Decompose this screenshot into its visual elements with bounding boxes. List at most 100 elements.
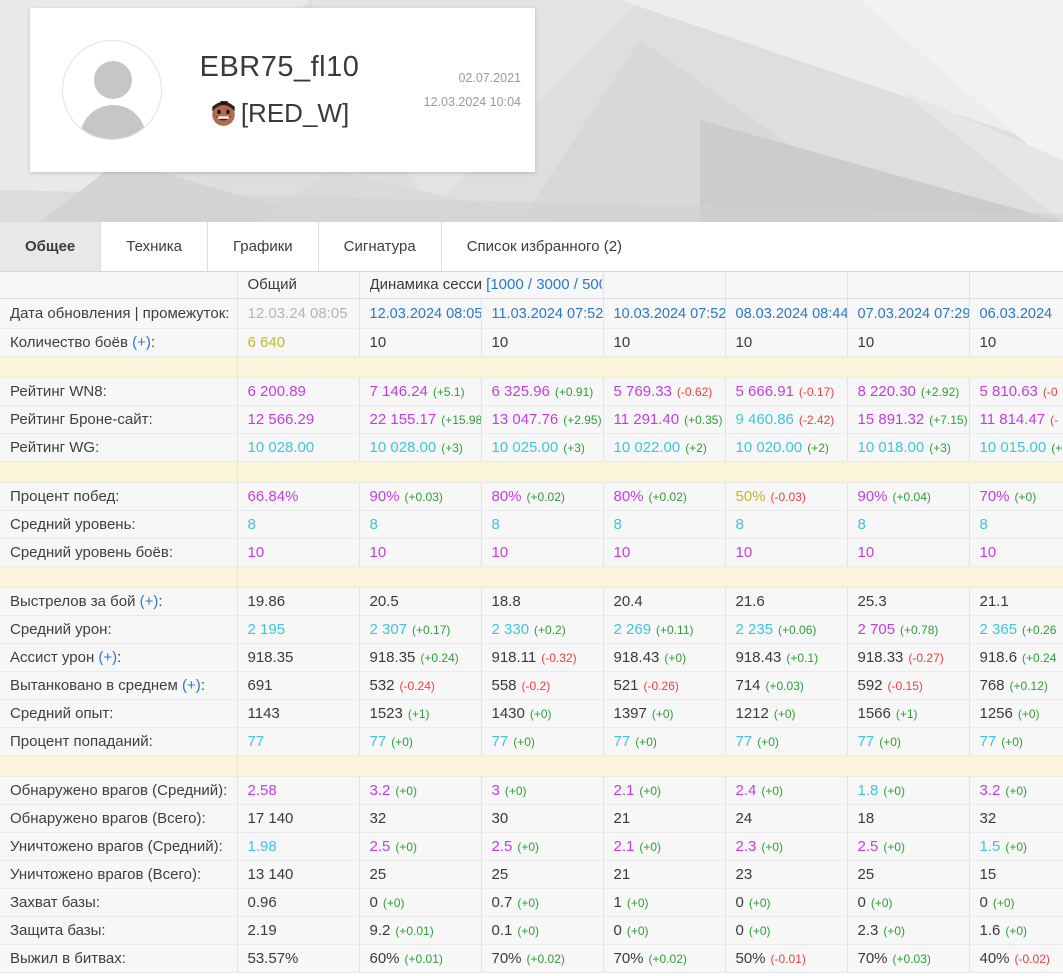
stat-cell: 0 (+0) (725, 916, 848, 945)
stat-delta: (+7.15) (929, 412, 968, 427)
tab-charts[interactable]: Графики (208, 222, 319, 271)
stat-cell: 1212 (+0) (725, 699, 848, 728)
stat-cell: 2.1 (+0) (603, 832, 726, 861)
stat-value: 3.2 (979, 781, 1001, 799)
stat-row: Ассист урон (+): 918.35 918.35 (+0.24) 918.1… (0, 643, 1063, 672)
stat-cell: 53.57% (237, 944, 360, 973)
stat-cell: 1.6 (+0) (969, 916, 1063, 945)
stat-delta: (+0) (391, 734, 413, 749)
stat-cell: 77 (+0) (847, 727, 970, 756)
stat-row: Средний уровень: 8 8 8 8 8 8 8 (0, 510, 1063, 539)
stat-value: 8 (247, 515, 256, 533)
stat-value: 10 (979, 333, 997, 351)
stat-delta: (+0) (883, 839, 906, 854)
stat-cell: 17 140 (237, 804, 360, 833)
session-date-link[interactable]: 10.03.2024 07:52 (614, 306, 725, 322)
stat-cell: 1 (+0) (603, 888, 726, 917)
stat-value: 18.8 (491, 592, 521, 610)
stat-value: 21 (613, 865, 631, 883)
tab-general[interactable]: Общее (0, 222, 102, 271)
stat-cell: 60% (+0.01) (359, 944, 482, 973)
stat-cell: 21 (603, 860, 726, 889)
stat-delta: (+0) (992, 895, 1015, 910)
expand-link[interactable]: (+) (132, 334, 151, 351)
stat-value: 6 640 (247, 333, 286, 351)
stat-cell: 70% (+0.02) (603, 944, 726, 973)
stat-delta: (-0.27) (908, 650, 944, 665)
stat-cell: 22 155.17 (+15.98) (359, 405, 482, 434)
stat-delta: (+15.98) (441, 412, 480, 427)
session-date-link[interactable]: 12.03.2024 08:05 (370, 306, 481, 322)
stat-label: Средний опыт: (0, 699, 238, 728)
expand-link[interactable]: (+) (140, 593, 159, 610)
stat-cell: 10 (969, 328, 1063, 357)
spacer-row (0, 755, 1063, 777)
stat-value: 9.2 (369, 921, 391, 939)
stat-cell: 0.7 (+0) (481, 888, 604, 917)
stat-delta: (-0.01) (770, 951, 806, 966)
stat-row: Количество боёв (+): 6 640 10 10 10 10 10 10 (0, 328, 1063, 357)
tab-vehicles[interactable]: Техника (101, 222, 209, 271)
stat-value: 90% (369, 487, 400, 505)
stat-value: 23 (735, 865, 753, 883)
stat-cell: 918.43 (+0) (603, 643, 726, 672)
stat-value: 22 155.17 (369, 410, 437, 428)
session-date-link[interactable]: 08.03.2024 08:44 (736, 306, 847, 322)
stat-cell: 1143 (237, 699, 360, 728)
stat-delta: (+3) (441, 440, 463, 455)
session-date-link[interactable]: 07.03.2024 07:29 (858, 306, 969, 322)
stat-value: 8 220.30 (857, 382, 916, 400)
stat-cell: 70% (+0) (969, 482, 1063, 511)
stat-cell: 15 891.32 (+7.15) (847, 405, 970, 434)
tab-favorites[interactable]: Список избранного (2) (442, 222, 647, 271)
stat-cell: 0 (+0) (603, 916, 726, 945)
stat-value: 1397 (613, 704, 647, 722)
stat-cell: 918.43 (+0.1) (725, 643, 848, 672)
stat-label: Уничтожено врагов (Средний): (0, 832, 238, 861)
last-update-date: 12.03.2024 10:04 (423, 95, 521, 109)
stat-cell: 558 (-0.2) (481, 671, 604, 700)
stat-cell: 9 460.86 (-2.42) (725, 405, 848, 434)
stat-value: 8 (979, 515, 988, 533)
stat-delta: (+0.78) (900, 622, 939, 637)
stat-value: 918.43 (613, 648, 660, 666)
stat-cell: 90% (+0.04) (847, 482, 970, 511)
stat-label: Защита базы: (0, 916, 238, 945)
session-date-link[interactable]: 06.03.2024 (980, 306, 1053, 322)
stat-value: 6 200.89 (247, 382, 306, 400)
stat-value: 3 (491, 781, 500, 799)
stat-value: 2 269 (613, 620, 652, 638)
stat-cell: 10 (603, 328, 726, 357)
stat-value: 10 018.00 (857, 438, 925, 456)
stat-cell: 3.2 (+0) (359, 776, 482, 805)
stat-cell: 1256 (+0) (969, 699, 1063, 728)
clan-tag: [RED_W] (240, 98, 350, 128)
stat-value: 2.58 (247, 781, 277, 799)
stat-delta: (-0.62) (676, 384, 713, 399)
stat-value: 10 (857, 543, 875, 561)
stat-cell: 8 (481, 510, 604, 539)
stat-label: Средний уровень боёв: (0, 538, 238, 567)
session-date-link[interactable]: 11.03.2024 07:52 (492, 306, 603, 322)
stat-cell: 11 814.47 (- (969, 405, 1063, 434)
stat-cell: 2.5 (+0) (481, 832, 604, 861)
stat-value: 918.43 (735, 648, 782, 666)
stat-value: 1523 (369, 704, 403, 722)
session-config-link[interactable]: [1000 / 3000 / 500] (486, 276, 601, 293)
stat-cell: 32 (359, 804, 482, 833)
stat-cell: 1397 (+0) (603, 699, 726, 728)
stat-cell: 80% (+0.02) (481, 482, 604, 511)
stat-value: 15 (979, 865, 997, 883)
clan-emblem-icon (212, 101, 235, 126)
overall-column-header: Общий (237, 272, 360, 299)
stat-cell: 77 (+0) (359, 727, 482, 756)
tab-signature[interactable]: Сигнатура (319, 222, 442, 271)
stat-value: 10 028.00 (369, 438, 437, 456)
expand-link[interactable]: (+) (98, 649, 117, 666)
stat-delta: (+0) (504, 783, 527, 798)
stat-cell: 918.35 (237, 643, 360, 672)
expand-link[interactable]: (+) (182, 677, 201, 694)
stat-delta: (+0) (879, 734, 901, 749)
stat-cell: 10 (603, 538, 726, 567)
stat-value: 7 146.24 (369, 382, 428, 400)
